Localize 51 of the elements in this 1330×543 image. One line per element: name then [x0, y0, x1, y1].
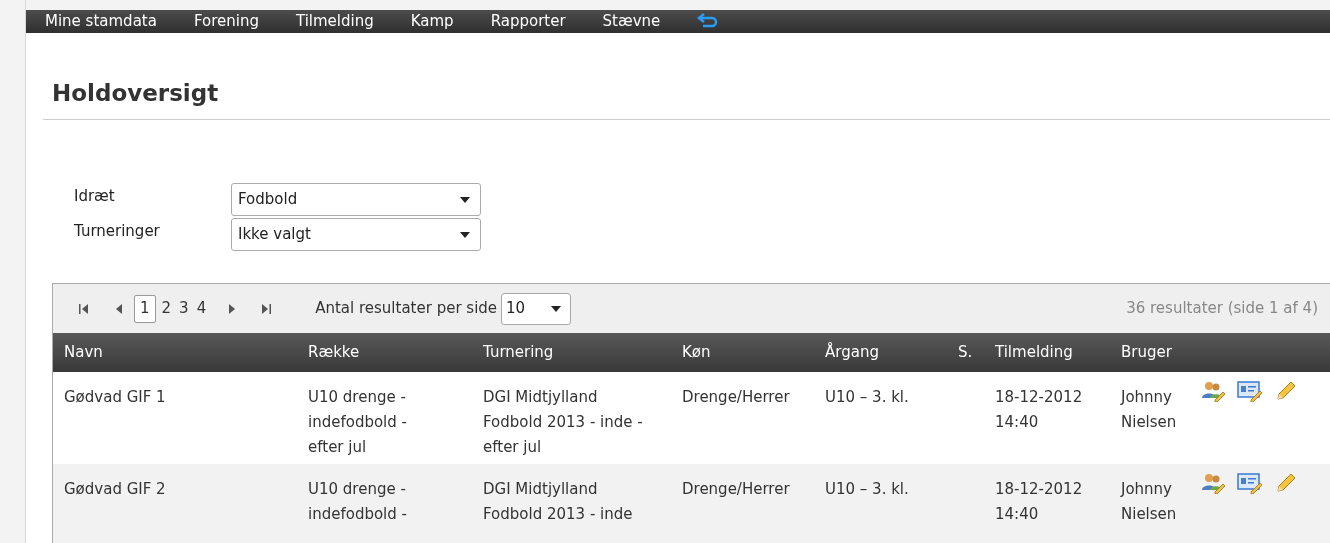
table-cell: Gødvad GIF 2 [64, 480, 166, 498]
pencil-icon[interactable] [1275, 380, 1297, 402]
filter-label: Turneringer [74, 221, 161, 243]
table-cell: Gødvad GIF 1 [64, 388, 166, 406]
first-page-icon[interactable] [78, 302, 90, 315]
table-cell: Drenge/Herrer [682, 480, 790, 498]
table-cell-text: Johnny Nielsen [1121, 387, 1178, 433]
page-size-label: Antal resultater per side [315, 298, 498, 320]
card-edit-icon[interactable] [1237, 380, 1263, 402]
page-link[interactable]: 2 [159, 297, 174, 320]
table-cell-text: U10 drenge - indefodbold - efter jul [308, 387, 408, 458]
table-cell-text: DGI Midtjylland Fodbold 2013 - inde [483, 479, 634, 525]
last-page-icon[interactable] [260, 302, 273, 315]
column-header[interactable]: Tilmelding [995, 343, 1073, 362]
caret-icon [460, 196, 470, 203]
table-cell: U10 – 3. kl. [825, 480, 909, 498]
column-header[interactable]: Bruger [1121, 343, 1172, 362]
menu-item[interactable]: Kamp [410, 10, 454, 33]
people-edit-icon[interactable] [1201, 380, 1225, 402]
dropdown-field[interactable]: Fodbold [231, 183, 481, 216]
column-header[interactable]: Navn [64, 343, 103, 362]
column-header[interactable]: S. [958, 343, 973, 362]
menu-item[interactable]: Mine stamdata [45, 10, 157, 33]
table-cell-text: DGI Midtjylland Fodbold 2013 - inde - efter jul [483, 387, 644, 458]
results-summary: 36 resultater (side 1 af 4) [1126, 298, 1318, 320]
page-size-dropdown[interactable]: 10 [501, 292, 572, 325]
column-header[interactable]: Turnering [483, 343, 554, 362]
table-cell: U10 – 3. kl. [825, 388, 909, 406]
column-header[interactable]: Række [308, 343, 360, 362]
table-cell-text: Johnny Nielsen [1121, 479, 1178, 525]
dropdown-field[interactable]: Ikke valgt [231, 218, 481, 251]
people-edit-icon[interactable] [1201, 472, 1225, 494]
pencil-icon[interactable] [1275, 472, 1297, 494]
page-link[interactable]: 1 [134, 294, 156, 323]
page-title: Holdoversigt [51, 78, 220, 108]
card-edit-icon[interactable] [1237, 472, 1263, 494]
page-link[interactable]: 4 [194, 297, 209, 320]
menu-item[interactable]: Stævne [602, 10, 661, 33]
table-cell: Drenge/Herrer [682, 388, 790, 406]
menu-item[interactable]: Tilmelding [295, 10, 374, 33]
caret-icon [551, 305, 562, 312]
table-cell-text: U10 drenge - indefodbold - [308, 479, 408, 525]
filter-label: Idræt [74, 186, 116, 208]
column-header[interactable]: Køn [682, 343, 711, 362]
page-link[interactable]: 3 [177, 297, 191, 320]
menu-item[interactable]: Forening [193, 10, 259, 33]
column-header[interactable]: Årgang [825, 343, 879, 362]
table-cell-text: 18-12-2012 14:40 [995, 479, 1084, 525]
table-cell-text: 18-12-2012 14:40 [995, 387, 1084, 433]
caret-icon [460, 231, 470, 238]
menu-item[interactable]: Rapporter [490, 10, 566, 33]
